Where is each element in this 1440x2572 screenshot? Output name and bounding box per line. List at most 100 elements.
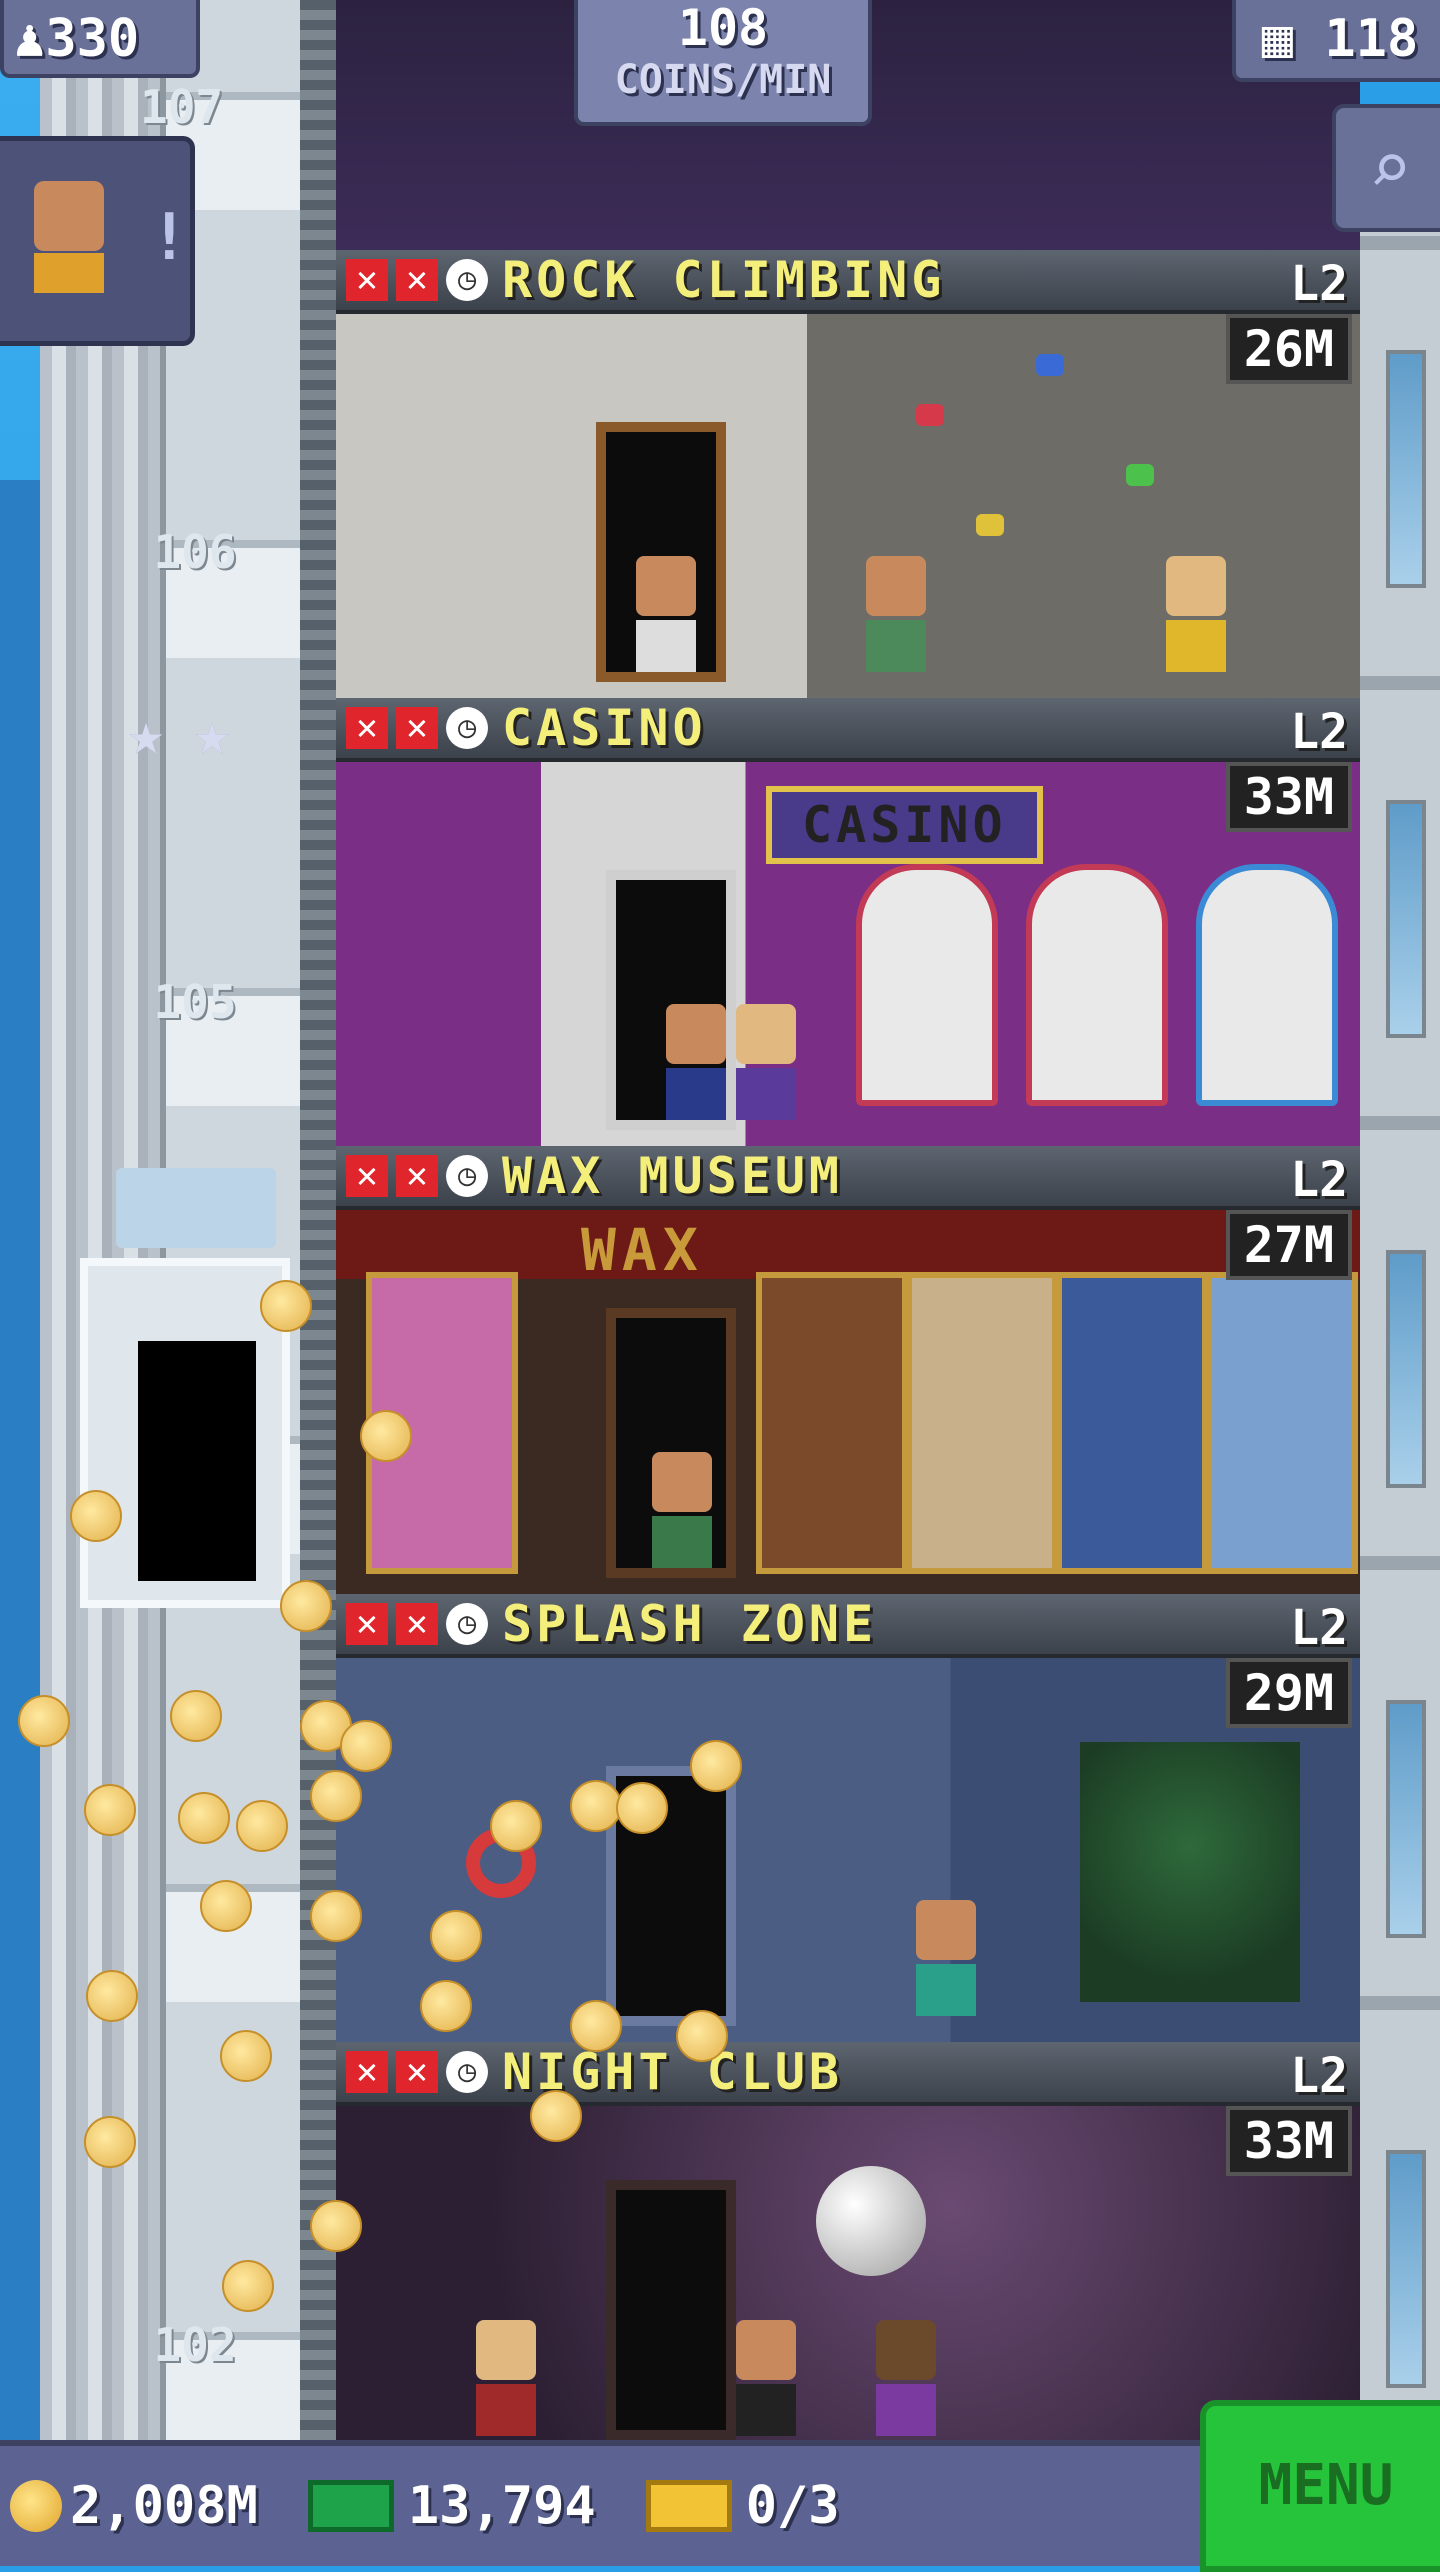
coin-rate-badge[interactable]: 108 COINS/MIN [574, 0, 872, 126]
coin-icon[interactable] [280, 1580, 332, 1632]
floor-casino[interactable]: ✕ ✕ ◷ CASINO L2 CASINO 33M [336, 698, 1360, 1146]
coin-icon[interactable] [84, 2116, 136, 2168]
floor-header: ✕ ✕ ◷ WAX MUSEUM [336, 1146, 1360, 1210]
tickets-display[interactable]: 0/3 [606, 2476, 840, 2536]
floor-header: ✕ ✕ ◷ ROCK CLIMBING [336, 250, 1360, 314]
coin-icon[interactable] [310, 2200, 362, 2252]
coin-icon[interactable] [430, 1910, 482, 1962]
x-icon: ✕ [396, 1603, 438, 1645]
coin-icon[interactable] [570, 1780, 622, 1832]
coin-icon[interactable] [690, 1740, 742, 1792]
current-floor-label: 107 [140, 80, 224, 134]
menu-button[interactable]: MENU [1200, 2400, 1440, 2572]
slot-machine [1196, 864, 1338, 1106]
wax-exhibit [906, 1272, 1058, 1574]
coin-icon[interactable] [170, 1690, 222, 1742]
elevator-car[interactable] [80, 1258, 290, 1608]
coin-icon[interactable] [530, 2090, 582, 2142]
elevator-light [116, 1168, 276, 1248]
coin-icon[interactable] [86, 1970, 138, 2022]
floor-splash-zone[interactable]: ✕ ✕ ◷ SPLASH ZONE L2 29M [336, 1594, 1360, 2042]
x-icon: ✕ [396, 259, 438, 301]
person[interactable] [736, 1004, 796, 1124]
x-icon: ✕ [396, 1155, 438, 1197]
floor-name: SPLASH ZONE [502, 1595, 878, 1653]
coin-icon[interactable] [18, 1695, 70, 1747]
person[interactable] [666, 1004, 726, 1124]
wax-exhibit [756, 1272, 908, 1574]
coin-icon[interactable] [676, 2010, 728, 2062]
floor-level: L2 [1290, 1600, 1348, 1656]
slot-machine [1026, 864, 1168, 1106]
floor-night-club[interactable]: ✕ ✕ ◷ NIGHT CLUB L2 33M [336, 2042, 1360, 2440]
wax-exhibit [1056, 1272, 1208, 1574]
population-badge[interactable]: ♟330 [0, 0, 200, 78]
floor-wax-museum[interactable]: ✕ ✕ ◷ WAX MUSEUM L2 WAX 27M [336, 1146, 1360, 1594]
coin-icon[interactable] [236, 1800, 288, 1852]
bux-icon [307, 2480, 394, 2532]
coin-icon[interactable] [490, 1800, 542, 1852]
person[interactable] [876, 2320, 936, 2440]
floor-stars: ★ ★ [128, 704, 254, 764]
coin-icon[interactable] [570, 2000, 622, 2052]
floor-level: L2 [1290, 1152, 1348, 1208]
coin-rate-value: 108 [677, 0, 769, 57]
window [1386, 2150, 1426, 2388]
coin-icon[interactable] [360, 1410, 412, 1462]
x-icon: ✕ [346, 2051, 388, 2093]
coins-display[interactable]: 2,008M [10, 2476, 258, 2536]
floor-name: CASINO [502, 699, 707, 757]
floor-coins: 26M [1225, 314, 1352, 384]
floor-rock-climbing[interactable]: ✕ ✕ ◷ ROCK CLIMBING L2 26M [336, 250, 1360, 698]
floor-count: 118 [1324, 9, 1419, 69]
person[interactable] [736, 2320, 796, 2440]
coin-icon[interactable] [220, 2030, 272, 2082]
disco-ball [816, 2166, 926, 2276]
coin-icon[interactable] [178, 1792, 230, 1844]
bux-display[interactable]: 13,794 [268, 2476, 596, 2536]
x-icon: ✕ [346, 1155, 388, 1197]
coin-icon[interactable] [84, 1784, 136, 1836]
star-icon: ★ [194, 699, 231, 769]
coin-icon[interactable] [222, 2260, 274, 2312]
window [1386, 350, 1426, 588]
population-count: 330 [45, 9, 140, 69]
person[interactable] [636, 556, 696, 676]
person[interactable] [866, 556, 926, 676]
clock-icon: ◷ [446, 707, 488, 749]
floor-coins: 33M [1225, 2106, 1352, 2176]
magnifier-icon[interactable]: ⌕ [1332, 104, 1440, 232]
x-icon: ✕ [346, 259, 388, 301]
coin-icon[interactable] [340, 1720, 392, 1772]
floors-badge[interactable]: ▦ 118 [1232, 0, 1440, 82]
person[interactable] [1166, 556, 1226, 676]
clock-icon: ◷ [446, 1603, 488, 1645]
floor-level: L2 [1290, 704, 1348, 760]
window [1386, 1700, 1426, 1938]
clock-icon: ◷ [446, 1155, 488, 1197]
coin-icon[interactable] [310, 1890, 362, 1942]
coin-icon[interactable] [70, 1490, 122, 1542]
coin-rate-unit: COINS/MIN [614, 57, 832, 103]
coin-icon[interactable] [260, 1280, 312, 1332]
wax-exhibit [1206, 1272, 1358, 1574]
ticket-icon [645, 2480, 732, 2532]
floor-coins: 33M [1225, 762, 1352, 832]
climbing-hold [976, 514, 1004, 536]
background-building [0, 480, 40, 2450]
person[interactable] [476, 2320, 536, 2440]
coin-icon[interactable] [420, 1980, 472, 2032]
person[interactable] [916, 1900, 976, 2020]
floor-header: ✕ ✕ ◷ CASINO [336, 698, 1360, 762]
coin-icon[interactable] [200, 1880, 252, 1932]
x-icon: ✕ [396, 707, 438, 749]
star-icon: ★ [128, 699, 165, 769]
coin-icon[interactable] [616, 1782, 668, 1834]
floor-name: WAX MUSEUM [502, 1147, 844, 1205]
coin-icon[interactable] [310, 1770, 362, 1822]
floor-level: L2 [1290, 256, 1348, 312]
person[interactable] [652, 1452, 712, 1572]
elevator-door [138, 1341, 256, 1581]
elevator-rail [300, 0, 336, 2450]
profile-button[interactable]: ! [0, 136, 195, 346]
